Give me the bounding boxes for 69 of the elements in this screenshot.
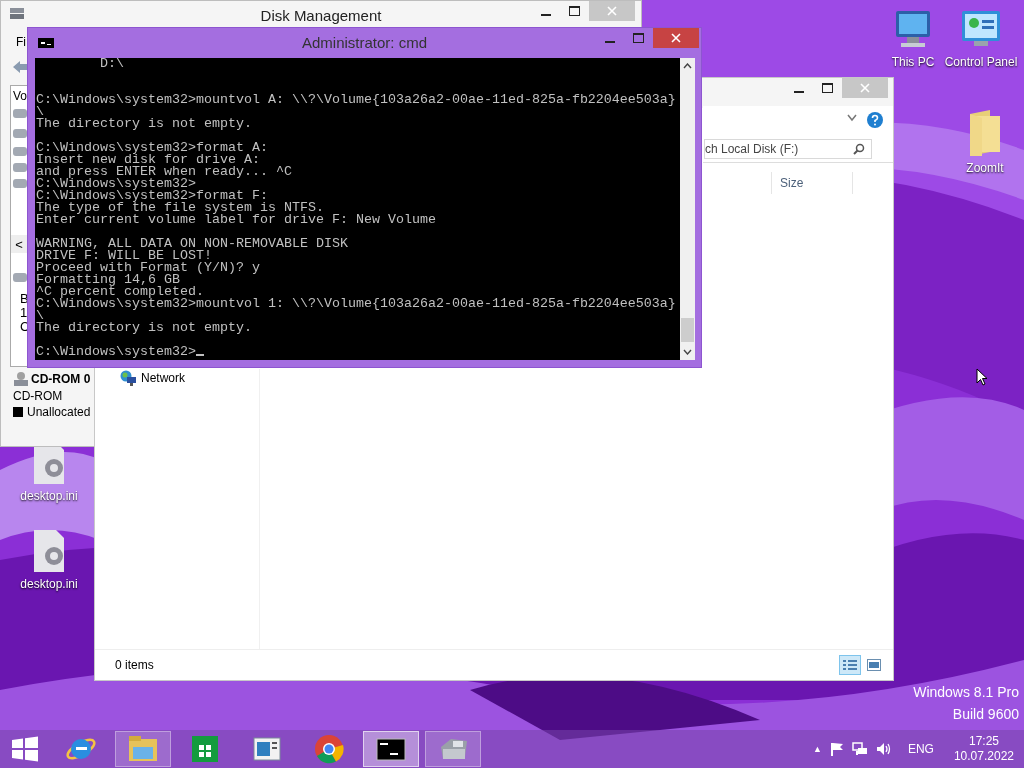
chevron-down-icon[interactable] bbox=[847, 114, 857, 122]
close-icon bbox=[860, 83, 870, 93]
disk-drive-icon bbox=[13, 147, 27, 156]
command-prompt-icon bbox=[376, 738, 406, 761]
icon-label[interactable]: This PC bbox=[891, 55, 935, 69]
clock[interactable]: 17:25 10.07.2022 bbox=[949, 734, 1018, 764]
document-icon bbox=[253, 737, 281, 761]
store-icon bbox=[192, 736, 218, 762]
text-cursor bbox=[195, 354, 204, 356]
command-prompt-icon bbox=[38, 38, 54, 48]
os-version-text: Windows 8.1 Pro bbox=[913, 684, 1019, 700]
taskbar-app-button[interactable] bbox=[363, 731, 419, 767]
disk-info-text: 1 bbox=[20, 305, 28, 320]
disk-drive-icon bbox=[13, 179, 27, 188]
image-thumbnail-icon bbox=[867, 659, 881, 671]
menu-item[interactable]: Fi bbox=[16, 35, 26, 49]
legend-swatch bbox=[13, 407, 23, 417]
scrollbar-thumb[interactable] bbox=[681, 318, 694, 342]
maximize-icon bbox=[633, 33, 644, 43]
close-button[interactable] bbox=[653, 28, 699, 48]
column-header[interactable]: Size bbox=[771, 172, 853, 194]
back-arrow-icon[interactable] bbox=[12, 60, 28, 74]
network-icon bbox=[120, 370, 136, 386]
volume-icon[interactable] bbox=[875, 742, 892, 756]
chevron-up-icon bbox=[683, 63, 692, 69]
chrome-icon bbox=[315, 735, 344, 764]
cd-drive-icon bbox=[13, 371, 29, 387]
search-icon bbox=[853, 143, 865, 155]
column-header[interactable]: Vo bbox=[13, 89, 27, 103]
disk-drive-icon bbox=[13, 163, 27, 172]
details-list-icon bbox=[843, 659, 857, 671]
help-icon[interactable] bbox=[867, 112, 883, 128]
disk-drive-icon bbox=[13, 109, 27, 118]
disk-drive-icon bbox=[13, 273, 27, 282]
legend-label: Unallocated bbox=[27, 405, 91, 419]
folder-icon bbox=[129, 736, 157, 761]
close-icon bbox=[671, 33, 681, 43]
scrollbar[interactable] bbox=[680, 58, 695, 360]
flag-icon[interactable] bbox=[829, 742, 844, 756]
icon-label[interactable]: Control Panel bbox=[944, 55, 1018, 69]
details-view-button[interactable] bbox=[839, 655, 861, 675]
window-title: Disk Management bbox=[260, 6, 382, 24]
maximize-icon bbox=[569, 6, 580, 16]
disk-drive-icon bbox=[13, 129, 27, 138]
disk-drive-icon bbox=[9, 6, 25, 20]
icon-label[interactable]: ZoomIt bbox=[966, 161, 1004, 175]
scroll-left-button[interactable]: < bbox=[11, 235, 27, 253]
close-icon bbox=[607, 6, 617, 16]
internet-explorer-icon bbox=[66, 738, 96, 760]
language-indicator[interactable]: ENG bbox=[899, 742, 942, 756]
network-icon[interactable] bbox=[851, 742, 868, 756]
minimize-icon bbox=[540, 13, 551, 16]
icon-label[interactable]: desktop.ini bbox=[20, 577, 78, 591]
minimize-icon bbox=[604, 40, 615, 43]
minimize-icon bbox=[793, 90, 804, 93]
disk-name: CD-ROM 0 bbox=[31, 372, 91, 386]
windows-logo-icon bbox=[11, 736, 39, 762]
window-title: Administrator: cmd bbox=[301, 33, 427, 51]
nav-item[interactable]: Network bbox=[141, 371, 185, 385]
console-output: D:\ C:\Windows\system32>mountvol A: \\?\Volume{103a26a2-00ae-11ed-825a-fb2204ee503a} \ The directory is not empty. C:\Windows\system32>format A: Insert new disk for drive A: and press ENTER when ready... ^C C:\Windows\system32> C:\Windows\system32>format F: The type of the file system is NTFS. Enter current volume label for drive F: New Volume WARNING, ALL DATA ON NON-REMOVABLE DISK DRIVE F: WILL BE LOST! Proceed with Format (Y/N)? y Formatting 14,6 GB ^C percent completed. C:\Windows\system32>mountvol 1: \\?\Volume{103a26a2-00ae-11ed-825a-fb2204ee503a} \ The directory is not empty. C:\Windows\system32> bbox=[35, 58, 680, 360]
chevron-down-icon bbox=[683, 349, 692, 355]
show-hidden-icons-button[interactable]: ▲ bbox=[813, 744, 822, 754]
disk-type: CD-ROM bbox=[13, 389, 64, 403]
os-version-text: Build 9600 bbox=[952, 706, 1019, 722]
maximize-icon bbox=[822, 83, 833, 93]
status-text: 0 items bbox=[115, 658, 154, 672]
mouse-cursor-icon bbox=[976, 368, 988, 387]
disk-drive-icon bbox=[441, 739, 467, 759]
search-field[interactable]: ch Local Disk (F:) bbox=[704, 139, 872, 159]
